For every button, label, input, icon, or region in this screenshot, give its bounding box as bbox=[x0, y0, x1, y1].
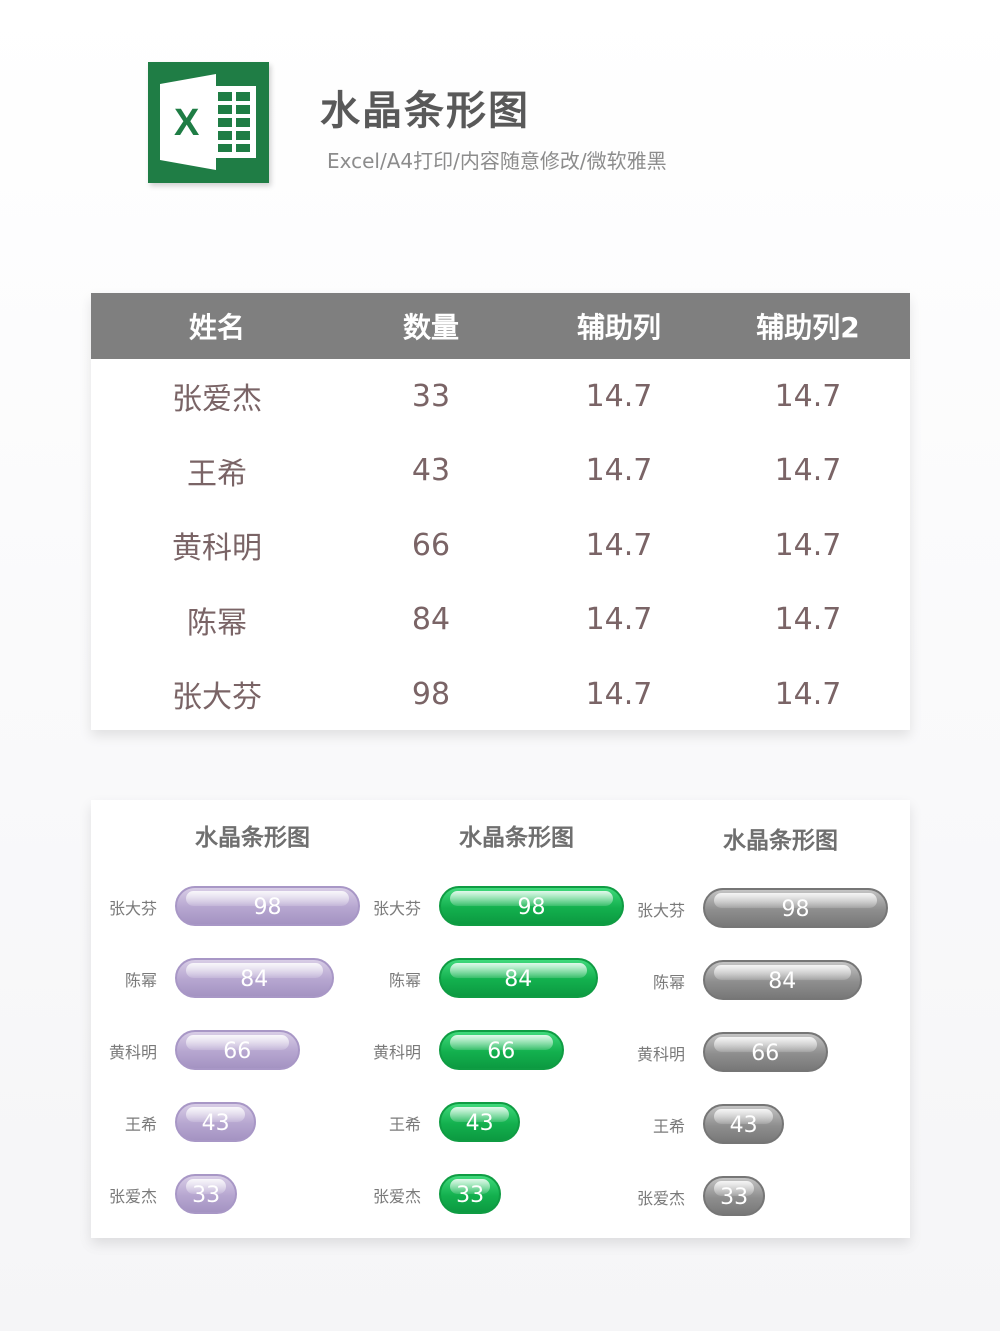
data-label: 66 bbox=[487, 1039, 516, 1064]
data-label: 98 bbox=[781, 897, 810, 922]
bar: 84 bbox=[703, 960, 862, 1000]
excel-logo-icon: X bbox=[148, 62, 269, 183]
table-row: 王希 43 14.7 14.7 bbox=[91, 434, 910, 509]
data-table: 姓名 数量 辅助列 辅助列2 张爱杰 33 14.7 14.7 王希 43 14… bbox=[91, 293, 910, 730]
cell-helper-1: 14.7 bbox=[585, 378, 653, 414]
header-name: 姓名 bbox=[188, 311, 245, 344]
cell-name: 黄科明 bbox=[172, 531, 262, 567]
data-label: 66 bbox=[223, 1039, 252, 1064]
data-label: 33 bbox=[456, 1183, 485, 1208]
category-label: 张爱杰 bbox=[372, 1187, 421, 1206]
bar: 98 bbox=[175, 886, 360, 926]
category-label: 王希 bbox=[388, 1115, 421, 1134]
category-label: 王希 bbox=[124, 1115, 157, 1134]
cell-helper-2: 14.7 bbox=[774, 378, 842, 414]
category-label: 陈幂 bbox=[388, 971, 421, 990]
header-helper-2: 辅助列2 bbox=[756, 311, 860, 344]
logo-letter: X bbox=[174, 102, 200, 144]
table-row: 张爱杰 33 14.7 14.7 bbox=[91, 359, 910, 434]
bar: 43 bbox=[175, 1102, 257, 1142]
cell-quantity: 84 bbox=[411, 602, 451, 638]
category-label: 张大芬 bbox=[108, 899, 157, 918]
category-label: 张大芬 bbox=[636, 901, 685, 920]
bar: 98 bbox=[439, 886, 624, 926]
crystal-bar-chart-green: 水晶条形图张大芬 98 陈幂 84 黄科明 66 王希 43 张爱杰 33 bbox=[355, 800, 624, 1238]
category-label: 王希 bbox=[652, 1117, 685, 1136]
bar: 98 bbox=[703, 888, 888, 928]
category-label: 张大芬 bbox=[372, 899, 421, 918]
cell-helper-2: 14.7 bbox=[774, 602, 842, 638]
chart-title: 水晶条形图 bbox=[723, 828, 838, 854]
cell-quantity: 66 bbox=[411, 527, 451, 563]
cell-helper-1: 14.7 bbox=[585, 602, 653, 638]
category-label: 张爱杰 bbox=[108, 1187, 157, 1206]
category-label: 张爱杰 bbox=[636, 1189, 685, 1208]
data-label: 43 bbox=[201, 1111, 230, 1136]
data-label: 43 bbox=[729, 1113, 758, 1138]
data-label: 33 bbox=[720, 1185, 749, 1210]
cell-name: 张大芬 bbox=[172, 680, 262, 716]
data-label: 43 bbox=[465, 1111, 494, 1136]
table-row: 黄科明 66 14.7 14.7 bbox=[91, 508, 910, 583]
bar: 84 bbox=[439, 958, 598, 998]
table-row: 陈幂 84 14.7 14.7 bbox=[91, 583, 910, 658]
category-label: 陈幂 bbox=[124, 971, 157, 990]
table-row: 张大芬 98 14.7 14.7 bbox=[91, 657, 910, 732]
chart-title: 水晶条形图 bbox=[459, 825, 574, 851]
data-label: 84 bbox=[240, 967, 269, 992]
cell-quantity: 43 bbox=[411, 453, 451, 489]
charts-panel: 水晶条形图张大芬 98 陈幂 84 黄科明 66 王希 43 张爱杰 33 水晶条形图张大芬 98 陈幂… bbox=[91, 800, 910, 1238]
category-label: 陈幂 bbox=[652, 973, 685, 992]
bar: 66 bbox=[175, 1030, 300, 1070]
category-label: 黄科明 bbox=[636, 1045, 685, 1064]
cell-quantity: 33 bbox=[411, 378, 451, 414]
crystal-bar-chart-purple: 水晶条形图张大芬 98 陈幂 84 黄科明 66 王希 43 张爱杰 33 bbox=[91, 800, 360, 1238]
bar: 84 bbox=[175, 958, 334, 998]
cell-quantity: 98 bbox=[411, 676, 451, 712]
table-header: 姓名 数量 辅助列 辅助列2 bbox=[91, 293, 910, 359]
bar: 33 bbox=[175, 1174, 238, 1214]
cell-helper-2: 14.7 bbox=[774, 453, 842, 489]
data-label: 98 bbox=[253, 895, 282, 920]
cell-helper-1: 14.7 bbox=[585, 527, 653, 563]
page-title: 水晶条形图 bbox=[320, 88, 530, 134]
data-label: 66 bbox=[751, 1041, 780, 1066]
cell-name: 张爱杰 bbox=[172, 382, 262, 418]
cell-helper-1: 14.7 bbox=[585, 453, 653, 489]
cell-helper-2: 14.7 bbox=[774, 527, 842, 563]
category-label: 黄科明 bbox=[372, 1043, 421, 1062]
data-label: 84 bbox=[504, 967, 533, 992]
cell-helper-2: 14.7 bbox=[774, 676, 842, 712]
cell-name: 陈幂 bbox=[187, 605, 247, 641]
bar: 66 bbox=[439, 1030, 564, 1070]
page-subtitle: Excel/A4打印/内容随意修改/微软雅黑 bbox=[327, 149, 667, 173]
cell-name: 王希 bbox=[187, 456, 247, 492]
data-label: 33 bbox=[192, 1183, 221, 1208]
category-label: 黄科明 bbox=[108, 1043, 157, 1062]
header-quantity: 数量 bbox=[402, 311, 459, 344]
bar: 43 bbox=[439, 1102, 521, 1142]
chart-title: 水晶条形图 bbox=[195, 825, 310, 851]
header-helper-1: 辅助列 bbox=[576, 311, 661, 344]
bar: 66 bbox=[703, 1032, 828, 1072]
bar: 43 bbox=[703, 1104, 785, 1144]
cell-helper-1: 14.7 bbox=[585, 676, 653, 712]
data-label: 84 bbox=[768, 969, 797, 994]
data-label: 98 bbox=[517, 895, 546, 920]
bar: 33 bbox=[703, 1176, 766, 1216]
crystal-bar-chart-gray: 水晶条形图张大芬 98 陈幂 84 黄科明 66 王希 43 张爱杰 33 bbox=[619, 800, 888, 1238]
bar: 33 bbox=[439, 1174, 502, 1214]
